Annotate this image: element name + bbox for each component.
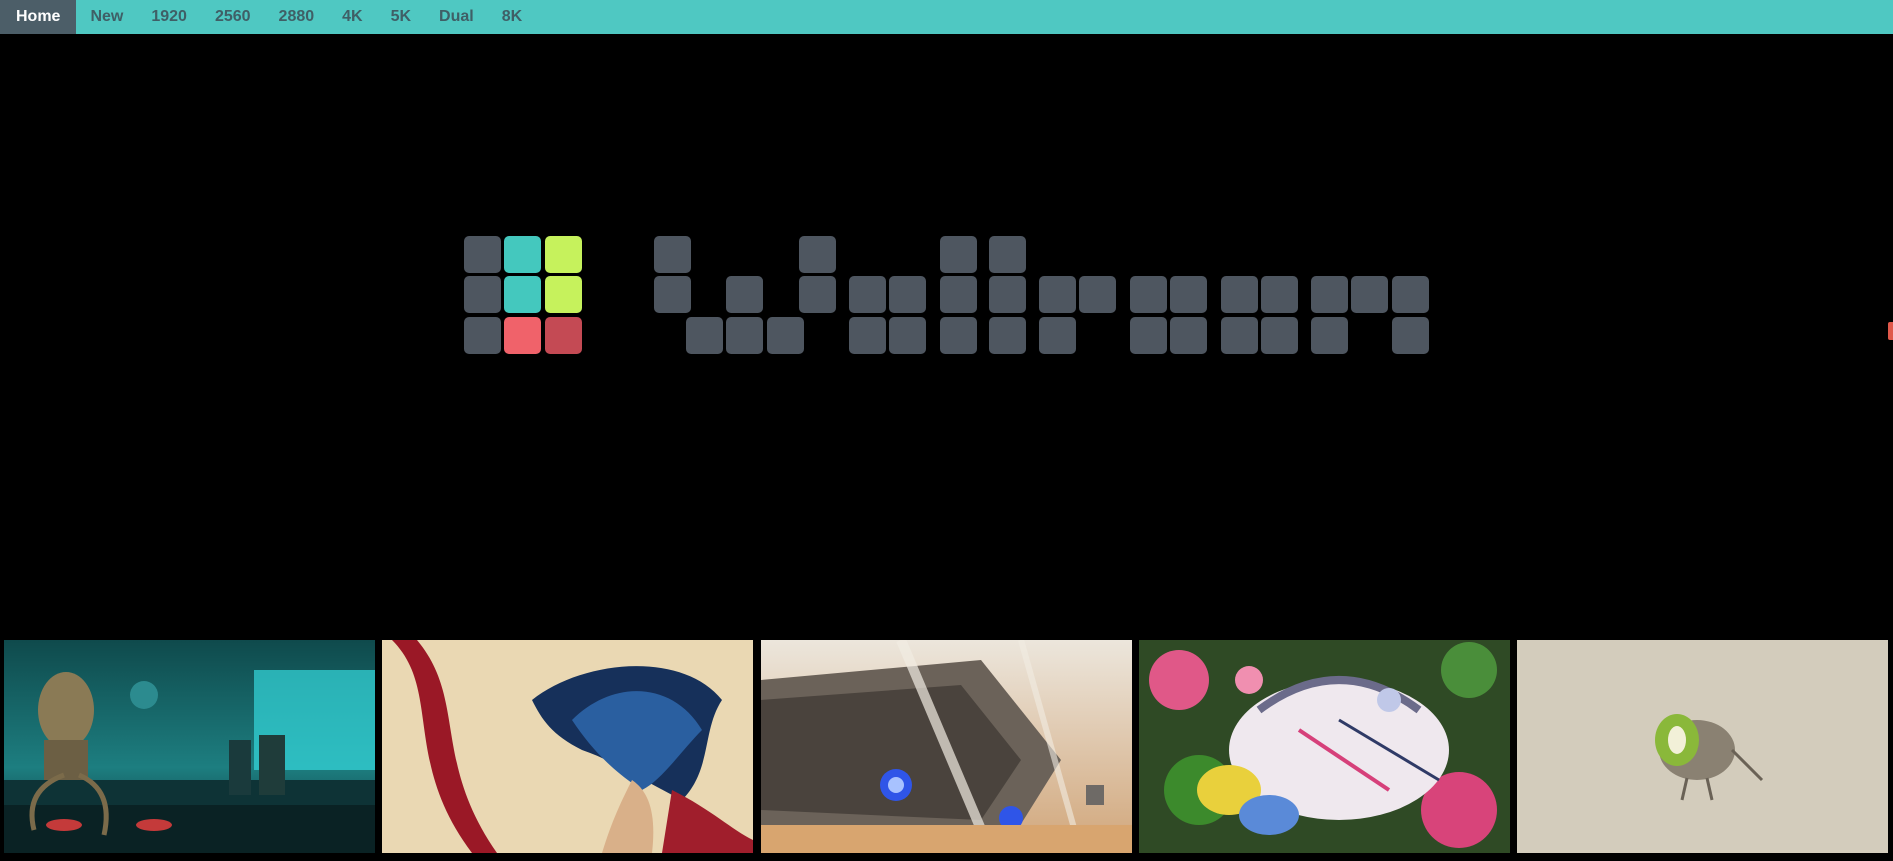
logo-block bbox=[1311, 276, 1348, 313]
logo-block bbox=[940, 317, 977, 354]
nav-item-8k[interactable]: 8K bbox=[488, 0, 536, 34]
logo-block bbox=[989, 317, 1026, 354]
logo-block bbox=[989, 236, 1026, 273]
logo-block bbox=[1392, 276, 1429, 313]
logo-block bbox=[1039, 317, 1076, 354]
logo-block bbox=[504, 236, 541, 273]
edge-tab-marker bbox=[1888, 322, 1893, 340]
logo-block bbox=[1039, 276, 1076, 313]
nav-item-home[interactable]: Home bbox=[0, 0, 77, 34]
wallpaper-thumbnail[interactable] bbox=[382, 640, 753, 853]
logo-block bbox=[799, 236, 836, 273]
logo-block bbox=[767, 317, 804, 354]
logo-block bbox=[464, 317, 501, 354]
logo-block bbox=[799, 276, 836, 313]
logo-block bbox=[1261, 317, 1298, 354]
logo-block bbox=[686, 317, 723, 354]
nav-item-5k[interactable]: 5K bbox=[377, 0, 425, 34]
wallpaper-thumbnail[interactable] bbox=[1517, 640, 1888, 853]
nav-item-new[interactable]: New bbox=[76, 0, 137, 34]
logo-block bbox=[545, 276, 582, 313]
logo-block bbox=[1351, 276, 1388, 313]
logo-block bbox=[726, 317, 763, 354]
logo-block bbox=[1221, 276, 1258, 313]
logo-block bbox=[1392, 317, 1429, 354]
colorful-anime-floral-wallpaper bbox=[1139, 640, 1510, 853]
logo-block bbox=[889, 276, 926, 313]
logo-block bbox=[464, 276, 501, 313]
kiwi-bird-sketch-wallpaper bbox=[1517, 640, 1888, 853]
logo-block bbox=[545, 236, 582, 273]
logo-block bbox=[1170, 276, 1207, 313]
steampunk-octopus-bar-wallpaper bbox=[4, 640, 375, 853]
nav-item-2560[interactable]: 2560 bbox=[201, 0, 265, 34]
logo-block bbox=[654, 276, 691, 313]
logo-block bbox=[545, 317, 582, 354]
nav-item-4k[interactable]: 4K bbox=[328, 0, 376, 34]
nav-item-2880[interactable]: 2880 bbox=[265, 0, 329, 34]
logo-block bbox=[1130, 317, 1167, 354]
logo-block bbox=[889, 317, 926, 354]
logo-block bbox=[849, 276, 886, 313]
logo-block bbox=[464, 236, 501, 273]
logo-block bbox=[654, 236, 691, 273]
nav-item-dual[interactable]: Dual bbox=[425, 0, 488, 34]
logo-block bbox=[1130, 276, 1167, 313]
logo-block bbox=[504, 276, 541, 313]
wallpaper-thumbnail[interactable] bbox=[4, 640, 375, 853]
nav-item-1920[interactable]: 1920 bbox=[137, 0, 201, 34]
logo-block bbox=[1170, 317, 1207, 354]
logo-block bbox=[849, 317, 886, 354]
blue-hair-girl-red-ribbon-wallpaper bbox=[382, 640, 753, 853]
wallpaper-thumbnail[interactable] bbox=[761, 640, 1132, 853]
logo-block bbox=[726, 276, 763, 313]
logo-block bbox=[1221, 317, 1258, 354]
logo-block bbox=[1079, 276, 1116, 313]
logo-block bbox=[940, 236, 977, 273]
logo-block bbox=[1261, 276, 1298, 313]
wallpaper-thumbnail[interactable] bbox=[1139, 640, 1510, 853]
logo-block bbox=[940, 276, 977, 313]
featured-wallpapers bbox=[0, 640, 1893, 855]
top-navigation: Home New 1920 2560 2880 4K 5K Dual 8K bbox=[0, 0, 1893, 34]
logo-block bbox=[989, 276, 1026, 313]
desert-crashed-starship-wallpaper bbox=[761, 640, 1132, 853]
logo-block bbox=[1311, 317, 1348, 354]
logo-block bbox=[504, 317, 541, 354]
